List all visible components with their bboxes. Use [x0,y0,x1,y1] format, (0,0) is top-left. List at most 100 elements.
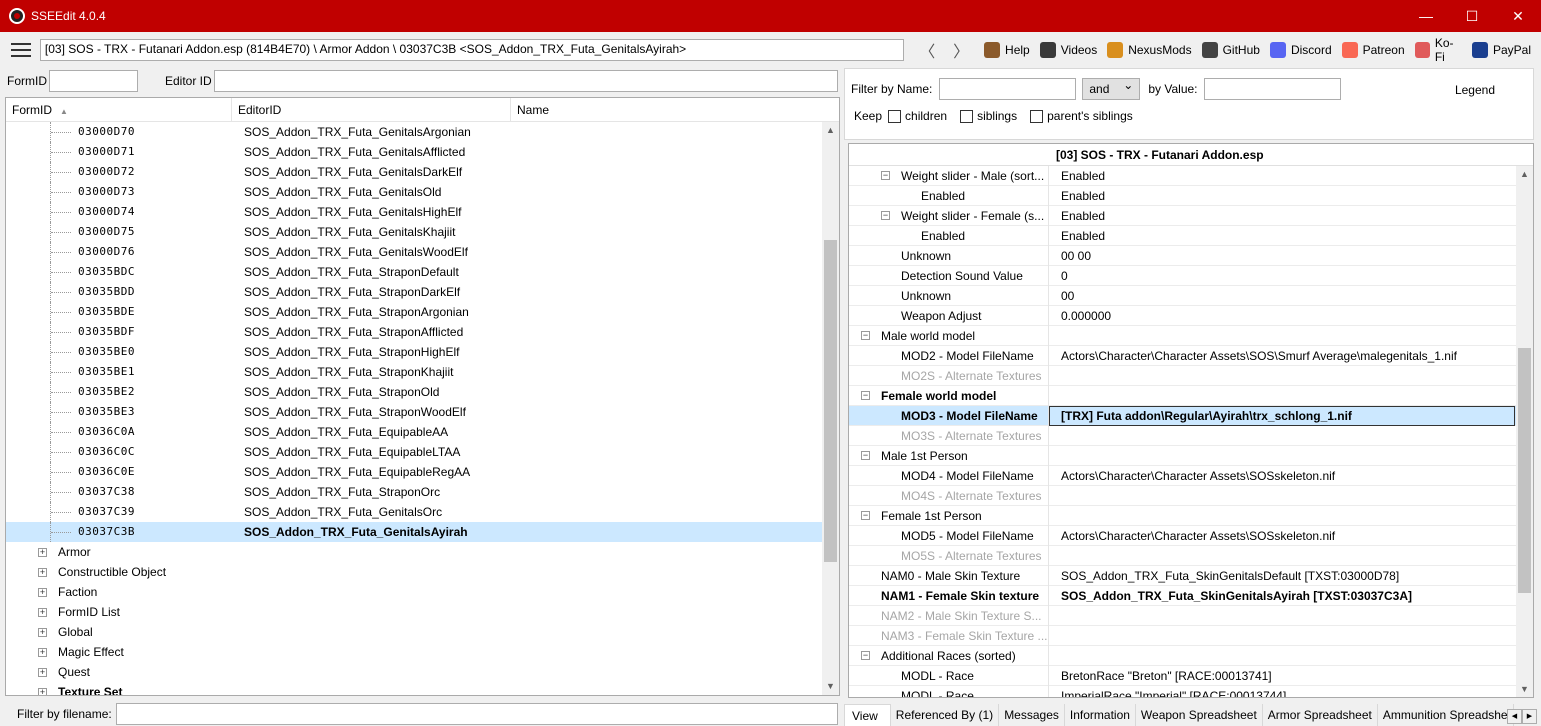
field-row[interactable]: Unknown 00 [849,286,1533,306]
collapse-minus-icon[interactable]: − [861,391,870,400]
record-row[interactable]: 03035BDF SOS_Addon_TRX_Futa_StraponAfflic… [6,322,839,342]
group-row[interactable]: + Constructible Object [6,562,839,582]
back-arrow-icon[interactable]: 〈 [910,38,944,62]
group-row[interactable]: + Quest [6,662,839,682]
field-row[interactable]: MO5S - Alternate Textures [849,546,1533,566]
record-row[interactable]: 03000D73 SOS_Addon_TRX_Futa_GenitalsOld [6,182,839,202]
menu-icon[interactable] [11,43,31,57]
field-row[interactable]: MO4S - Alternate Textures [849,486,1533,506]
field-row[interactable]: − Female world model [849,386,1533,406]
field-row[interactable]: Weapon Adjust 0.000000 [849,306,1533,326]
field-row[interactable]: MOD4 - Model FileName Actors\Character\Ch… [849,466,1533,486]
record-row[interactable]: 03036C0C SOS_Addon_TRX_Futa_EquipableLTAA [6,442,839,462]
field-row[interactable]: MO2S - Alternate Textures [849,366,1533,386]
expand-plus-icon[interactable]: + [38,568,47,577]
tab-information[interactable]: Information [1065,704,1136,726]
record-row[interactable]: 03035BE2 SOS_Addon_TRX_Futa_StraponOld [6,382,839,402]
scroll-up-icon[interactable]: ▲ [1516,166,1533,183]
fields-scrollbar[interactable]: ▲ ▼ [1516,166,1533,697]
field-row[interactable]: NAM3 - Female Skin Texture ... [849,626,1533,646]
collapse-minus-icon[interactable]: − [861,651,870,660]
record-row[interactable]: 03000D75 SOS_Addon_TRX_Futa_GenitalsKhaji… [6,222,839,242]
field-row[interactable]: NAM1 - Female Skin texture SOS_Addon_TRX_… [849,586,1533,606]
record-row[interactable]: 03035BDC SOS_Addon_TRX_Futa_StraponDefaul… [6,262,839,282]
field-row[interactable]: − Weight slider - Male (sort... Enabled [849,166,1533,186]
toolbar-link-github[interactable]: GitHub [1201,42,1260,58]
collapse-minus-icon[interactable]: − [861,511,870,520]
toolbar-link-patreon[interactable]: Patreon [1341,42,1405,58]
tab-referenced-by-1[interactable]: Referenced By (1) [891,704,1000,726]
tab-weapon-spreadsheet[interactable]: Weapon Spreadsheet [1136,704,1263,726]
field-row-selected[interactable]: MOD3 - Model FileName [TRX] Futa addon\Re… [849,406,1533,426]
record-path-field[interactable]: [03] SOS - TRX - Futanari Addon.esp (814… [39,39,905,61]
record-row[interactable]: 03036C0A SOS_Addon_TRX_Futa_EquipableAA [6,422,839,442]
group-row[interactable]: + Magic Effect [6,642,839,662]
record-row[interactable]: 03000D71 SOS_Addon_TRX_Futa_GenitalsAffli… [6,142,839,162]
column-name[interactable]: Name [511,98,820,122]
field-row[interactable]: MO3S - Alternate Textures [849,426,1533,446]
legend-button[interactable]: Legend [1455,83,1495,97]
field-row[interactable]: Detection Sound Value 0 [849,266,1533,286]
filter-name-input[interactable] [939,78,1077,100]
field-row[interactable]: MOD5 - Model FileName Actors\Character\Ch… [849,526,1533,546]
record-row[interactable]: 03000D72 SOS_Addon_TRX_Futa_GenitalsDarkE… [6,162,839,182]
children-checkbox[interactable] [888,109,902,123]
expand-plus-icon[interactable]: + [38,668,47,677]
formid-input[interactable] [49,70,138,92]
close-button[interactable]: ✕ [1495,0,1541,32]
minimize-button[interactable]: — [1403,0,1449,32]
collapse-minus-icon[interactable]: − [861,331,870,340]
toolbar-link-paypal[interactable]: PayPal [1471,42,1531,58]
toolbar-link-nexusmods[interactable]: NexusMods [1107,42,1192,58]
siblings-checkbox[interactable] [960,109,974,123]
field-row[interactable]: Enabled Enabled [849,226,1533,246]
record-row[interactable]: 03035BDE SOS_Addon_TRX_Futa_StraponArgoni… [6,302,839,322]
maximize-button[interactable]: ☐ [1449,0,1495,32]
tab-scroll-right-icon[interactable]: ▶ [1522,709,1537,724]
field-row[interactable]: − Male world model [849,326,1533,346]
field-row[interactable]: − Additional Races (sorted) [849,646,1533,666]
scroll-down-icon[interactable]: ▼ [1516,681,1533,697]
group-row[interactable]: + Armor [6,542,839,562]
tab-messages[interactable]: Messages [999,704,1065,726]
column-formid[interactable]: FormID ▲ [6,98,232,122]
field-row[interactable]: NAM0 - Male Skin Texture SOS_Addon_TRX_Fu… [849,566,1533,586]
expand-plus-icon[interactable]: + [38,588,47,597]
field-row[interactable]: MODL - Race ImperialRace "Imperial" [RACE… [849,686,1533,697]
editorid-input[interactable] [213,70,838,92]
scroll-down-icon[interactable]: ▼ [822,678,839,695]
record-row[interactable]: 03000D74 SOS_Addon_TRX_Futa_GenitalsHighE… [6,202,839,222]
group-row[interactable]: + Texture Set [6,682,839,695]
column-editorid[interactable]: EditorID [232,98,511,122]
group-row[interactable]: + FormID List [6,602,839,622]
expand-plus-icon[interactable]: + [38,608,47,617]
group-row[interactable]: + Faction [6,582,839,602]
collapse-minus-icon[interactable]: − [861,451,870,460]
expand-plus-icon[interactable]: + [38,628,47,637]
filename-filter-input[interactable] [115,703,838,725]
scrollbar-thumb[interactable] [824,240,837,562]
field-row[interactable]: MODL - Race BretonRace "Breton" [RACE:000… [849,666,1533,686]
group-row[interactable]: + Global [6,622,839,642]
field-row[interactable]: NAM2 - Male Skin Texture S... [849,606,1533,626]
record-row[interactable]: 03000D70 SOS_Addon_TRX_Futa_GenitalsArgon… [6,122,839,142]
tab-view[interactable]: View [844,704,891,726]
field-row[interactable]: Enabled Enabled [849,186,1533,206]
record-row[interactable]: 03035BE1 SOS_Addon_TRX_Futa_StraponKhajii… [6,362,839,382]
record-tree-scrollbar[interactable]: ▲ ▼ [822,122,839,695]
expand-plus-icon[interactable]: + [38,688,47,695]
record-row[interactable]: 03035BE0 SOS_Addon_TRX_Futa_StraponHighEl… [6,342,839,362]
scroll-up-icon[interactable]: ▲ [822,122,839,139]
record-row[interactable]: 03035BE3 SOS_Addon_TRX_Futa_StraponWoodEl… [6,402,839,422]
field-row[interactable]: − Male 1st Person [849,446,1533,466]
parent-siblings-checkbox[interactable] [1030,109,1044,123]
field-row[interactable]: MOD2 - Model FileName Actors\Character\Ch… [849,346,1533,366]
record-row[interactable]: 03037C39 SOS_Addon_TRX_Futa_GenitalsOrc [6,502,839,522]
record-row[interactable]: 03036C0E SOS_Addon_TRX_Futa_EquipableRegA… [6,462,839,482]
record-row-selected[interactable]: 03037C3B SOS_Addon_TRX_Futa_GenitalsAyira… [6,522,839,542]
collapse-minus-icon[interactable]: − [881,211,890,220]
field-row[interactable]: Unknown 00 00 [849,246,1533,266]
forward-arrow-icon[interactable]: 〉 [944,38,978,62]
filter-value-input[interactable] [1203,78,1341,100]
record-row[interactable]: 03000D76 SOS_Addon_TRX_Futa_GenitalsWoodE… [6,242,839,262]
